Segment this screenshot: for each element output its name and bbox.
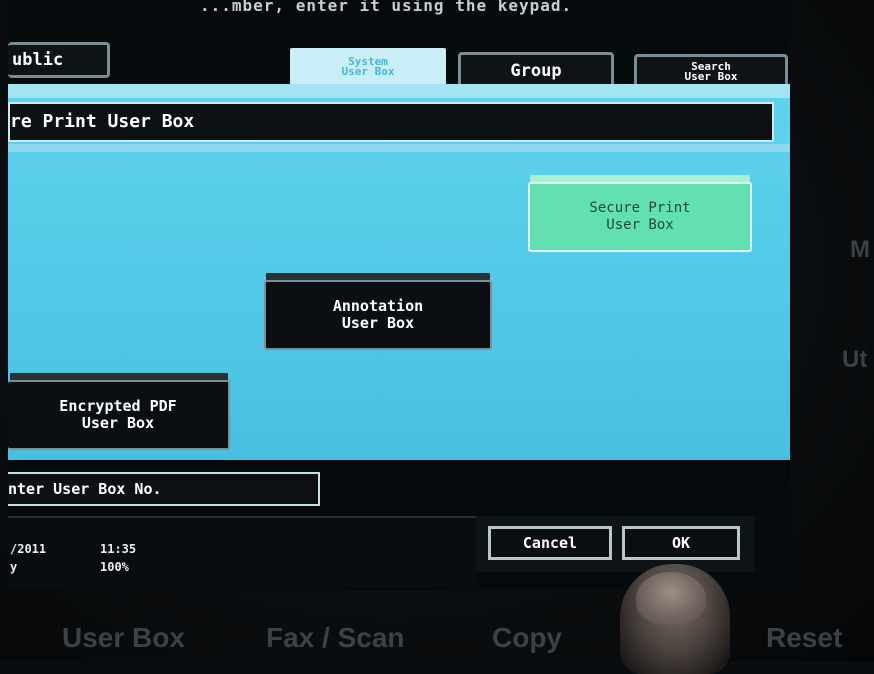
- tab-public[interactable]: ublic: [8, 42, 110, 78]
- panel-light-strip: [8, 144, 790, 152]
- side-label-ut: Ut: [842, 346, 868, 373]
- ok-button[interactable]: OK: [622, 526, 740, 560]
- panel-top-strip: [8, 84, 790, 98]
- tab-system-user-box[interactable]: System User Box: [290, 48, 446, 86]
- instruction-message: ...mber, enter it using the keypad.: [200, 0, 573, 15]
- copy-hardware-key[interactable]: Copy: [492, 622, 562, 654]
- ok-label: OK: [671, 534, 691, 552]
- user-fingernail: [636, 572, 706, 624]
- status-memory-label: y: [10, 560, 18, 574]
- annotation-user-box-button[interactable]: Annotation User Box: [264, 280, 492, 350]
- side-label-m: M: [850, 236, 870, 263]
- status-date: /2011: [10, 542, 47, 556]
- encrypted-pdf-label: Encrypted PDF User Box: [59, 397, 177, 432]
- fax-scan-hardware-key[interactable]: Fax / Scan: [266, 622, 405, 654]
- tab-search-label: Search User Box: [684, 60, 738, 83]
- annotation-label: Annotation User Box: [332, 297, 424, 332]
- tab-group-label: Group: [510, 61, 562, 81]
- status-memory-value: 100%: [100, 560, 129, 574]
- enter-user-box-number-field[interactable]: nter User Box No.: [8, 472, 320, 506]
- selected-box-title: re Print User Box: [8, 102, 774, 142]
- cancel-button[interactable]: Cancel: [488, 526, 612, 560]
- cancel-label: Cancel: [522, 534, 578, 552]
- reset-hardware-key[interactable]: Reset: [766, 622, 842, 654]
- status-time: 11:35: [100, 542, 137, 556]
- secure-print-user-box-button[interactable]: Secure Print User Box: [528, 182, 752, 252]
- user-box-hardware-key[interactable]: User Box: [62, 622, 185, 654]
- status-area: /2011 11:35 y 100%: [8, 516, 476, 588]
- secure-print-label: Secure Print User Box: [589, 200, 691, 233]
- enter-user-box-number-label: nter User Box No.: [8, 480, 162, 498]
- tab-system-label: System User Box: [341, 55, 395, 78]
- tab-public-label: ublic: [12, 50, 64, 70]
- selected-box-title-text: re Print User Box: [10, 111, 195, 132]
- encrypted-pdf-user-box-button[interactable]: Encrypted PDF User Box: [8, 380, 230, 450]
